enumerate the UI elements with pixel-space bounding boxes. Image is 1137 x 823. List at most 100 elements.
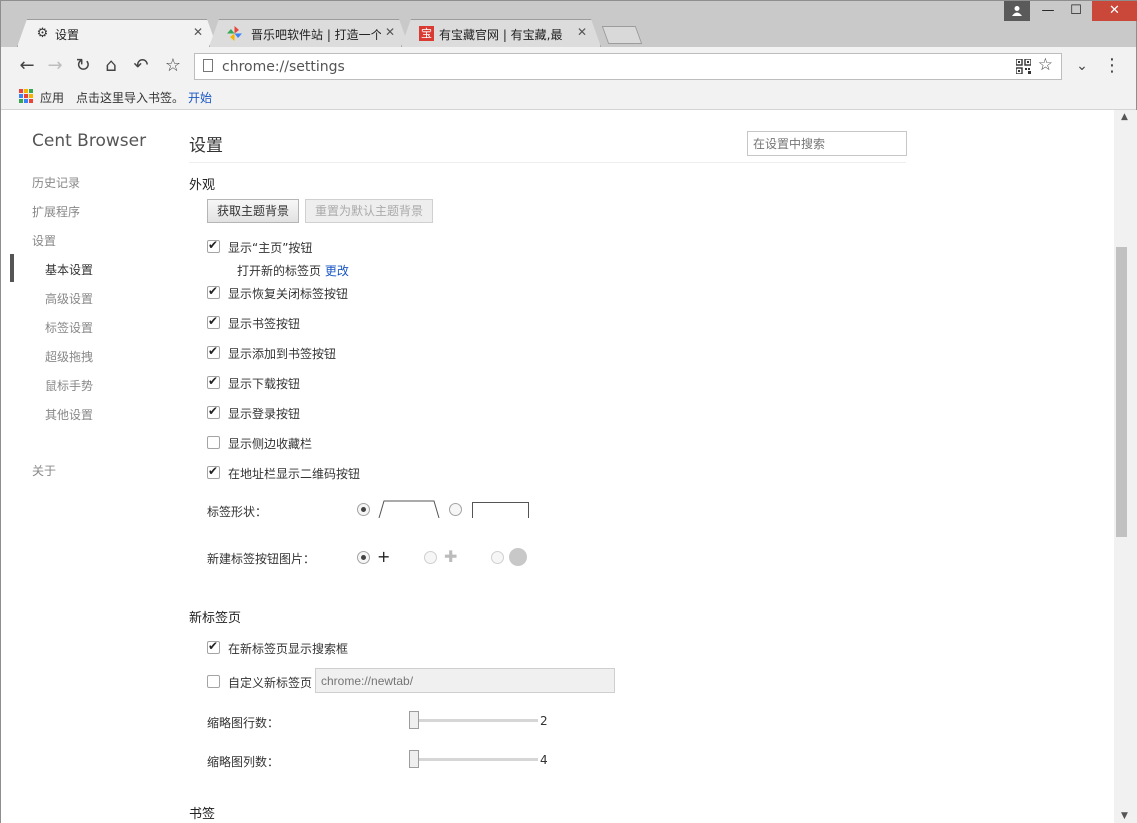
back-icon[interactable]: ← xyxy=(16,55,38,77)
bookmark-star-icon[interactable]: ☆ xyxy=(162,55,184,77)
import-bookmarks-text: 点击这里导入书签。 xyxy=(76,91,185,105)
checkbox-show-home-button[interactable] xyxy=(207,238,220,253)
new-tab-button-image-label: 新建标签按钮图片： xyxy=(207,552,316,566)
checkbox-show-restore-button[interactable] xyxy=(207,284,220,299)
qr-code-icon[interactable] xyxy=(1016,59,1031,74)
checkbox-show-add-bookmark-button[interactable] xyxy=(207,344,220,359)
scrollbar-thumb[interactable] xyxy=(1116,247,1127,537)
maximize-button[interactable]: ☐ xyxy=(1062,1,1090,21)
sidebar-item-super-drag[interactable]: 超级拖拽 xyxy=(45,348,93,365)
sidebar-item-basic-settings[interactable]: 基本设置 xyxy=(45,261,93,278)
option-label: 在地址栏显示二维码按钮 xyxy=(228,467,361,481)
close-icon[interactable]: ✕ xyxy=(385,25,395,39)
option-label: 显示登录按钮 xyxy=(228,407,301,421)
rectangle-tab-shape-icon xyxy=(472,502,529,518)
star-icon[interactable]: ☆ xyxy=(1038,55,1053,75)
close-icon[interactable]: ✕ xyxy=(577,25,587,39)
plus-icon: + xyxy=(377,547,391,566)
chevron-down-icon[interactable]: ⌄ xyxy=(1071,55,1093,77)
home-page-setting: 打开新的标签页 更改 xyxy=(237,262,349,279)
tab-settings[interactable]: ⚙ 设置 ✕ xyxy=(17,19,217,47)
address-bar[interactable]: chrome://settings ☆ xyxy=(194,53,1062,80)
section-title-new-tab-page: 新标签页 xyxy=(189,611,242,626)
sidebar-item-extensions[interactable]: 扩展程序 xyxy=(32,203,80,220)
tab-title: 设置 xyxy=(55,28,80,42)
slider-track xyxy=(413,719,538,722)
home-change-link[interactable]: 更改 xyxy=(325,264,349,278)
checkbox-show-login-button[interactable] xyxy=(207,404,220,419)
tab-strip: ⚙ 设置 ✕ 晋乐吧软件站 | 打造一个 ✕ 宝 有宝藏官网 | 有宝藏,最 ✕ xyxy=(1,1,1137,47)
page-icon xyxy=(203,59,213,72)
checkbox-show-side-favorites[interactable] xyxy=(207,436,220,449)
thumbnail-cols-slider[interactable] xyxy=(409,750,419,768)
apps-icon[interactable] xyxy=(19,89,33,103)
sidebar-item-history[interactable]: 历史记录 xyxy=(32,174,80,191)
radio-new-tab-plain-plus[interactable] xyxy=(357,551,370,564)
url-text: chrome://settings xyxy=(222,59,345,75)
menu-icon[interactable]: ⋮ xyxy=(1101,55,1123,77)
option-label: 显示恢复关闭标签按钮 xyxy=(228,287,349,301)
option-label: 自定义新标签页 xyxy=(228,676,313,690)
page-title: 设置 xyxy=(189,136,223,156)
settings-search-input[interactable] xyxy=(747,131,907,156)
tab-software-site[interactable]: 晋乐吧软件站 | 打造一个 ✕ xyxy=(209,19,409,47)
tab-title: 晋乐吧软件站 | 打造一个 xyxy=(251,28,381,42)
pinwheel-icon xyxy=(227,26,242,41)
home-icon[interactable]: ⌂ xyxy=(100,55,122,77)
thumbnail-rows-label: 缩略图行数： xyxy=(207,716,280,730)
undo-close-icon[interactable]: ↶ xyxy=(130,55,152,77)
import-start-link[interactable]: 开始 xyxy=(188,89,212,106)
tab-youbaozang[interactable]: 宝 有宝藏官网 | 有宝藏,最 ✕ xyxy=(401,19,601,47)
option-label: 显示添加到书签按钮 xyxy=(228,347,337,361)
apps-label[interactable]: 应用 xyxy=(40,89,64,106)
radio-tab-shape-rectangle[interactable] xyxy=(449,503,462,516)
tab-title: 有宝藏官网 | 有宝藏,最 xyxy=(439,28,563,42)
page-scrollbar[interactable]: ▲ ▼ xyxy=(1114,110,1137,823)
option-label: 显示书签按钮 xyxy=(228,317,301,331)
outline-plus-icon: ✚ xyxy=(444,547,458,566)
checkbox-new-tab-search-box[interactable] xyxy=(207,639,220,654)
radio-new-tab-outline-plus[interactable] xyxy=(424,551,437,564)
sidebar-item-advanced-settings[interactable]: 高级设置 xyxy=(45,290,93,307)
reset-theme-button[interactable]: 重置为默认主题背景 xyxy=(305,199,434,223)
settings-page: Cent Browser 历史记录 扩展程序 设置 基本设置 高级设置 标签设置… xyxy=(1,110,1114,823)
scroll-down-icon[interactable]: ▼ xyxy=(1121,811,1128,821)
bookmark-bar: 应用 点击这里导入书签。 开始 xyxy=(1,85,1136,110)
checkbox-custom-new-tab[interactable] xyxy=(207,675,220,688)
tab-shape-label: 标签形状： xyxy=(207,505,268,519)
close-icon[interactable]: ✕ xyxy=(193,25,203,39)
thumbnail-rows-slider[interactable] xyxy=(409,711,419,729)
checkbox-show-qr-button[interactable] xyxy=(207,464,220,479)
sidebar-item-settings[interactable]: 设置 xyxy=(32,232,56,249)
window-close-button[interactable]: ✕ xyxy=(1092,1,1137,21)
gear-icon: ⚙ xyxy=(36,26,49,41)
section-title-bookmarks: 书签 xyxy=(189,807,216,822)
home-sub-text: 打开新的标签页 xyxy=(237,264,322,278)
sidebar-item-mouse-gestures[interactable]: 鼠标手势 xyxy=(45,377,93,394)
divider xyxy=(189,162,906,163)
option-label: 显示下载按钮 xyxy=(228,377,301,391)
sidebar-item-tab-settings[interactable]: 标签设置 xyxy=(45,319,93,336)
selection-indicator xyxy=(10,254,14,282)
custom-new-tab-url-input[interactable] xyxy=(315,668,615,693)
thumbnail-cols-value: 4 xyxy=(540,753,548,767)
radio-tab-shape-trapezoid[interactable] xyxy=(357,503,370,516)
reload-icon[interactable]: ↻ xyxy=(72,55,94,77)
get-themes-button[interactable]: 获取主题背景 xyxy=(207,199,300,223)
sidebar-item-other-settings[interactable]: 其他设置 xyxy=(45,406,93,423)
radio-new-tab-circle[interactable] xyxy=(491,551,504,564)
slider-track xyxy=(413,758,538,761)
user-icon[interactable] xyxy=(1004,1,1030,21)
checkbox-show-download-button[interactable] xyxy=(207,374,220,389)
minimize-button[interactable]: — xyxy=(1034,1,1062,21)
thumbnail-rows-value: 2 xyxy=(540,714,548,728)
circle-icon xyxy=(509,548,527,566)
checkbox-show-bookmarks-button[interactable] xyxy=(207,314,220,329)
scroll-up-icon[interactable]: ▲ xyxy=(1121,112,1128,122)
section-title-appearance: 外观 xyxy=(189,178,216,193)
new-tab-button[interactable] xyxy=(601,26,643,44)
option-label: 显示“主页”按钮 xyxy=(228,241,313,255)
forward-icon[interactable]: → xyxy=(44,55,66,77)
sidebar-item-about[interactable]: 关于 xyxy=(32,462,56,479)
brand-title: Cent Browser xyxy=(32,131,147,151)
